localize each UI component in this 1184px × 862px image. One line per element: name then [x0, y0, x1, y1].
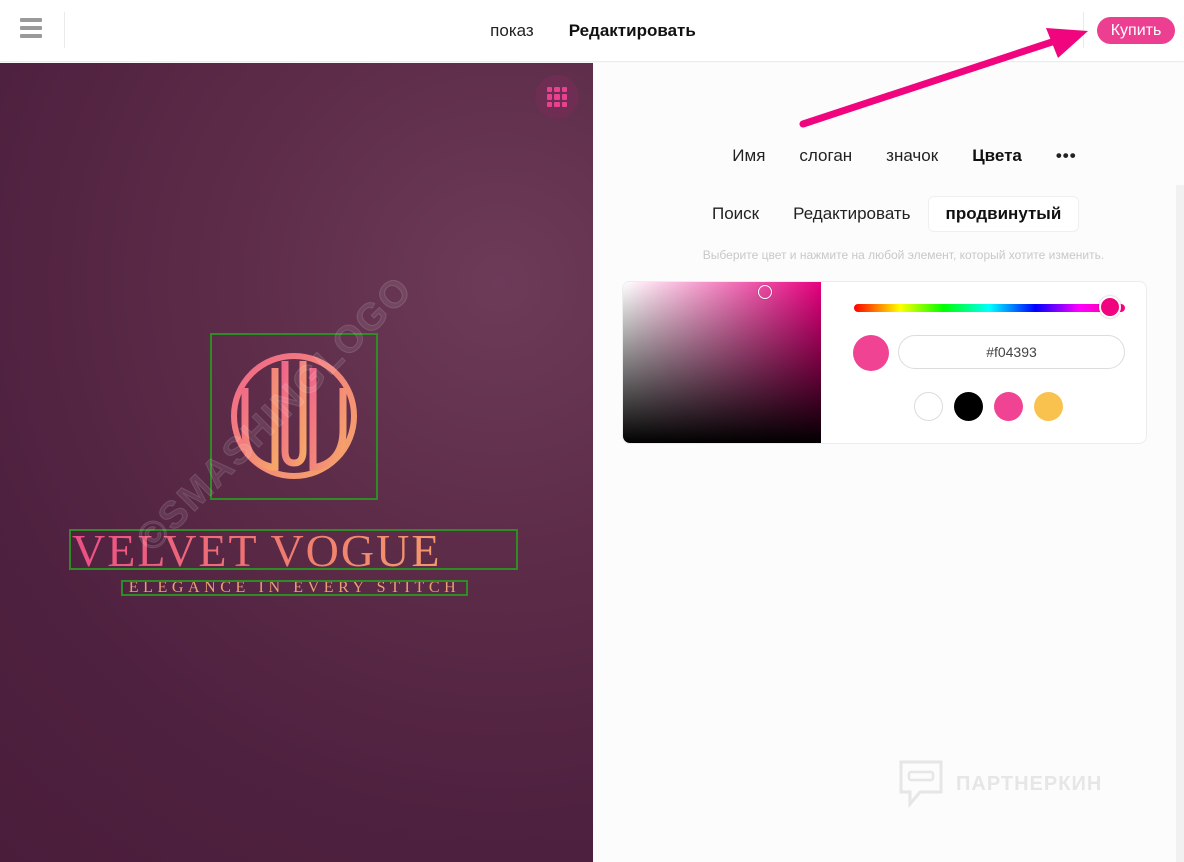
- preset-yellow[interactable]: [1034, 392, 1063, 421]
- divider: [1083, 12, 1084, 48]
- color-mode-tabs: Поиск Редактировать продвинутый: [695, 196, 1080, 232]
- hue-slider[interactable]: [854, 304, 1125, 312]
- color-hint-text: Выберите цвет и нажмите на любой элемент…: [702, 248, 1105, 262]
- brand-watermark: ПАРТНЕРКИН: [898, 759, 1102, 809]
- preset-black[interactable]: [954, 392, 983, 421]
- tab-icon[interactable]: значок: [886, 146, 938, 166]
- grid-icon: [547, 87, 567, 107]
- tab-colors[interactable]: Цвета: [972, 146, 1022, 166]
- top-nav: показ Редактировать: [0, 0, 1184, 62]
- mode-search[interactable]: Поиск: [695, 197, 776, 231]
- preset-colors: [914, 392, 1063, 421]
- color-picker: [622, 281, 1147, 444]
- tab-slogan[interactable]: слоган: [799, 146, 852, 166]
- more-options-icon[interactable]: •••: [1056, 146, 1077, 166]
- mode-edit[interactable]: Редактировать: [776, 197, 927, 231]
- scrollbar[interactable]: [1176, 185, 1184, 862]
- element-tabs: Имя слоган значок Цвета •••: [593, 146, 1184, 166]
- tab-name[interactable]: Имя: [732, 146, 765, 166]
- tab-preview[interactable]: показ: [490, 21, 534, 41]
- chat-bubble-icon: [899, 760, 943, 809]
- buy-button[interactable]: Купить: [1097, 17, 1175, 44]
- hex-input[interactable]: [898, 335, 1125, 369]
- saturation-value-area[interactable]: [623, 282, 821, 443]
- editor-panel: [593, 63, 1184, 862]
- grid-view-button[interactable]: [535, 75, 579, 119]
- top-bar: показ Редактировать Купить: [0, 0, 1184, 62]
- tab-edit[interactable]: Редактировать: [569, 21, 696, 41]
- current-color-swatch: [853, 335, 889, 371]
- preset-white[interactable]: [914, 392, 943, 421]
- selection-box-slogan: [121, 580, 468, 596]
- brand-watermark-text: ПАРТНЕРКИН: [956, 772, 1103, 795]
- preset-pink[interactable]: [994, 392, 1023, 421]
- hue-slider-thumb[interactable]: [1099, 296, 1121, 318]
- logo-canvas[interactable]: VELVET VOGUE ELEGANCE IN EVERY STITCH ©S…: [0, 63, 593, 862]
- mode-advanced[interactable]: продвинутый: [927, 196, 1080, 232]
- sv-cursor[interactable]: [758, 285, 772, 299]
